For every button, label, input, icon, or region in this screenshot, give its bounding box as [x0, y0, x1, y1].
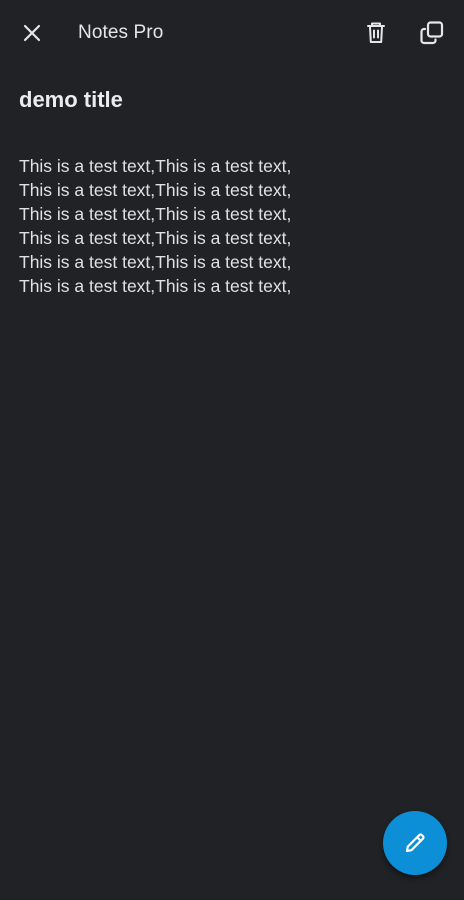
pencil-icon — [405, 833, 425, 853]
note-body-line: This is a test text,This is a test text, — [19, 204, 292, 224]
note-body: This is a test text,This is a test text,… — [19, 154, 439, 298]
trash-icon — [367, 22, 385, 43]
delete-button[interactable] — [354, 11, 398, 55]
copy-icon — [420, 21, 444, 45]
close-button[interactable] — [10, 11, 54, 55]
note-body-line: This is a test text,This is a test text, — [19, 156, 292, 176]
copy-button[interactable] — [410, 11, 454, 55]
note-body-line: This is a test text,This is a test text, — [19, 228, 292, 248]
top-app-bar: Notes Pro — [0, 0, 464, 66]
edit-note-fab[interactable] — [383, 811, 447, 875]
note-body-line: This is a test text,This is a test text, — [19, 276, 292, 296]
note-view-screen: Notes Pro demo title This is a test text… — [0, 0, 464, 900]
app-title: Notes Pro — [78, 22, 164, 43]
note-body-line: This is a test text,This is a test text, — [19, 252, 292, 272]
note-title: demo title — [19, 87, 123, 112]
close-icon — [23, 24, 41, 42]
note-body-line: This is a test text,This is a test text, — [19, 180, 292, 200]
